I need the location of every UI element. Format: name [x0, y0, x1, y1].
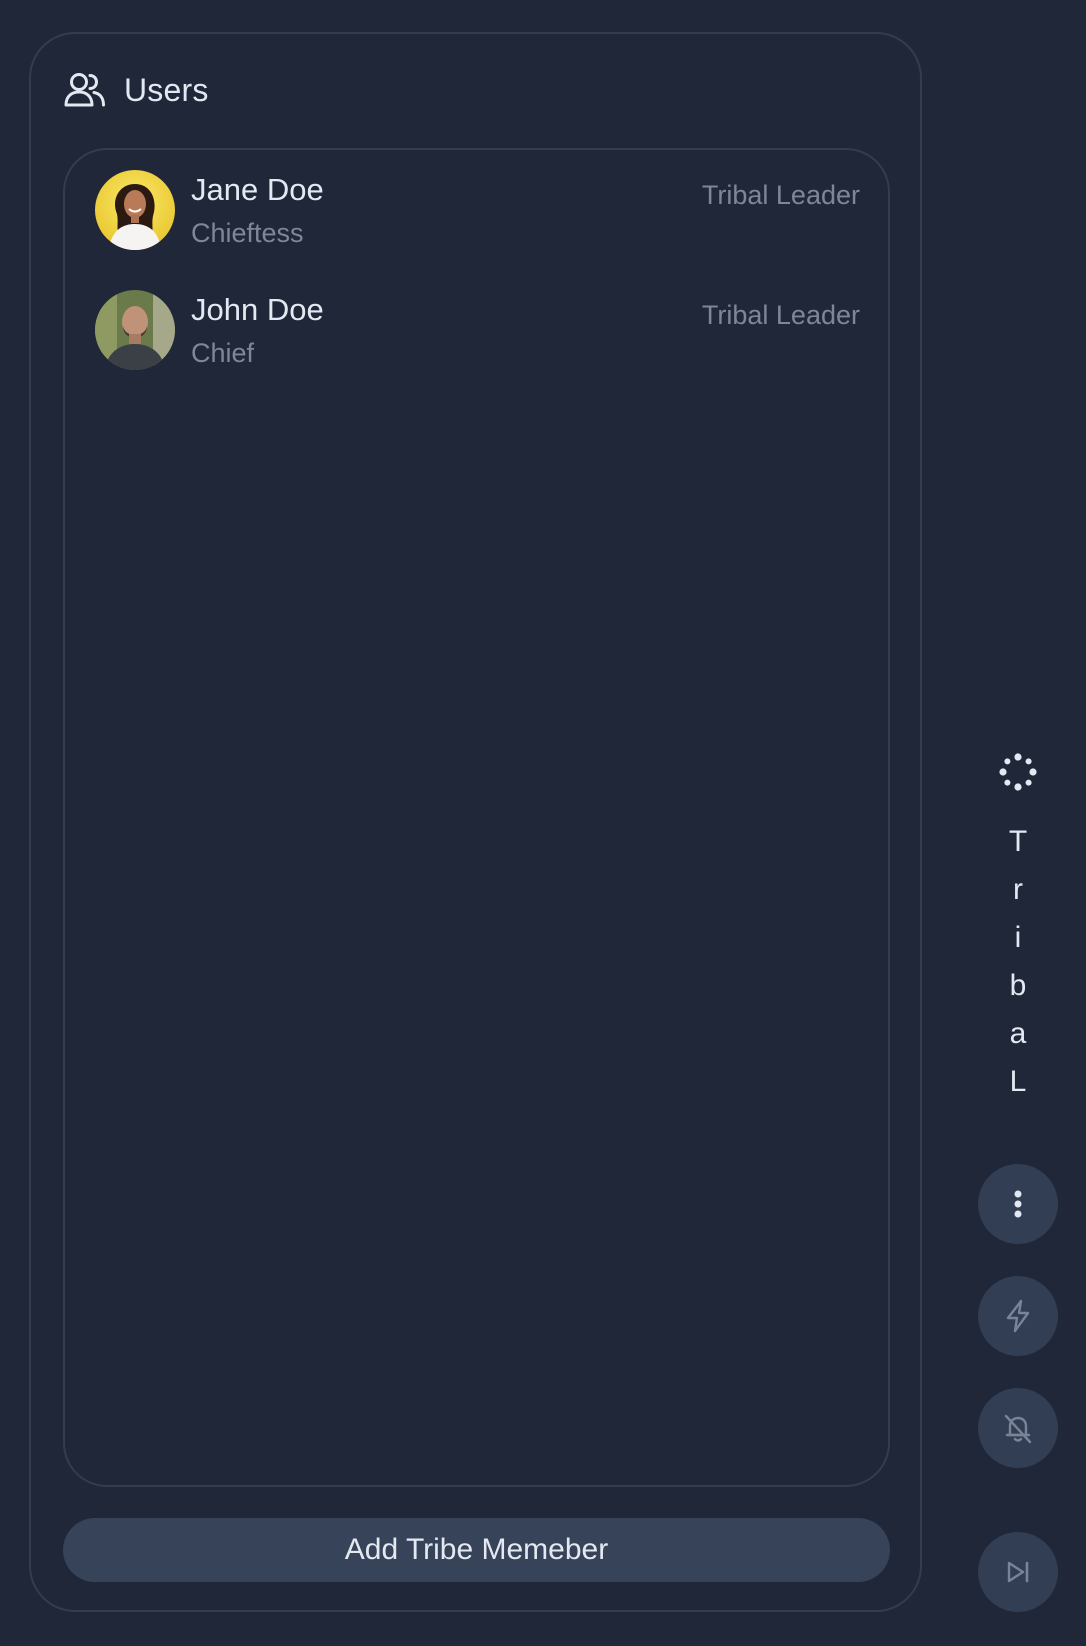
user-row-john-doe[interactable]: John Doe Chief Tribal Leader	[95, 290, 860, 374]
notifications-off-button[interactable]	[978, 1388, 1058, 1468]
lightning-button[interactable]	[978, 1276, 1058, 1356]
skip-forward-button[interactable]	[978, 1532, 1058, 1612]
user-role: Tribal Leader	[701, 180, 860, 210]
spinner-icon	[999, 753, 1037, 791]
more-vertical-icon	[1014, 1190, 1022, 1218]
bell-off-icon	[1004, 1414, 1032, 1444]
user-title: Chief	[191, 338, 255, 368]
user-row-jane-doe[interactable]: Jane Doe Chieftess Tribal Leader	[95, 170, 860, 254]
lightning-icon	[1006, 1299, 1030, 1333]
user-name: John Doe	[191, 292, 324, 327]
panel-title: Users	[124, 71, 209, 108]
more-options-button[interactable]	[978, 1164, 1058, 1244]
vertical-letter: b	[1009, 969, 1027, 1002]
vertical-letter: T	[1008, 825, 1028, 858]
vertical-brand-text: T r i b a L	[978, 818, 1058, 1106]
avatar	[95, 290, 175, 370]
vertical-letter: i	[1014, 921, 1022, 954]
panel-header: Users	[63, 70, 209, 110]
add-tribe-member-button[interactable]: Add Tribe Memeber	[63, 1518, 890, 1582]
vertical-letter: a	[1009, 1017, 1027, 1050]
avatar	[95, 170, 175, 250]
right-rail: T r i b a L	[978, 0, 1058, 1646]
user-role: Tribal Leader	[701, 300, 860, 330]
user-list: Jane Doe Chieftess Tribal Leader John Do…	[63, 148, 890, 1487]
user-title: Chieftess	[191, 218, 304, 248]
users-icon	[64, 73, 105, 107]
skip-forward-icon	[1007, 1561, 1029, 1583]
vertical-letter: r	[1013, 873, 1023, 906]
users-panel: Users Jane Doe Chieftess Tribal Leader J…	[29, 32, 922, 1612]
vertical-letter: L	[1009, 1065, 1027, 1098]
user-name: Jane Doe	[191, 172, 324, 207]
